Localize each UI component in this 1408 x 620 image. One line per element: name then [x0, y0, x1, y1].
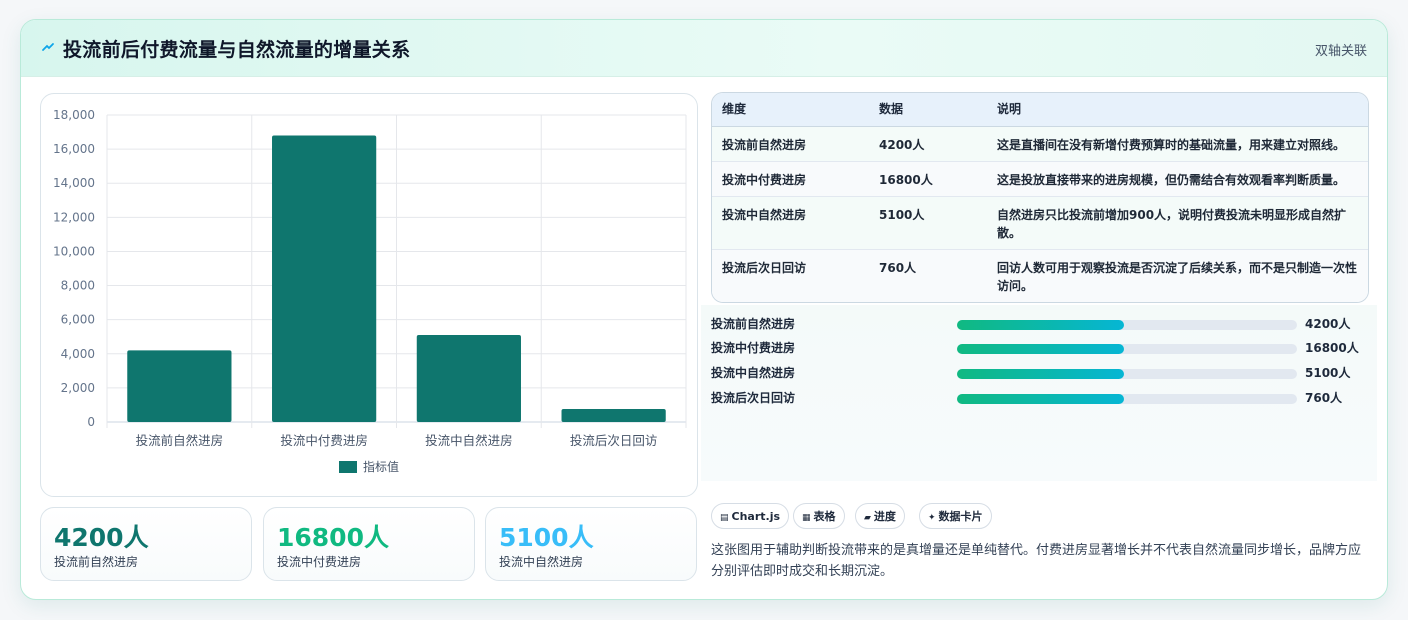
- progress-fill: [957, 320, 1124, 330]
- row-note: 自然进房只比投流前增加900人，说明付费投流未明显形成自然扩散。: [997, 208, 1347, 240]
- progress-fill: [957, 344, 1124, 354]
- bar: [272, 135, 377, 422]
- x-tick-label: 投流中自然进房: [425, 433, 513, 448]
- row-data: 5100人: [879, 208, 925, 222]
- y-tick-label: 12,000: [53, 210, 95, 224]
- table-row: 投流后次日回访 760人 回访人数可用于观察投流是否沉淀了后续关系，而不是只制造…: [712, 250, 1368, 302]
- progress-fill: [957, 394, 1124, 404]
- table-icon: ▦: [802, 513, 811, 523]
- progress-label: 投流中付费进房: [711, 341, 796, 355]
- chip-table[interactable]: ▦ 表格: [793, 503, 845, 529]
- x-tick-label: 投流前自然进房: [136, 433, 224, 448]
- progress-value: 4200人: [1305, 317, 1351, 331]
- row-data: 760人: [879, 261, 917, 275]
- progress-row: 投流中自然进房 5100人: [711, 364, 1371, 382]
- row-note: 这是直播间在没有新增付费预算时的基础流量，用来建立对照线。: [997, 138, 1346, 152]
- sparkle-icon: ✦: [928, 513, 936, 523]
- bar: [416, 335, 521, 422]
- progress-icon: ▰: [864, 513, 871, 523]
- table-row: 投流中付费进房 16800人 这是投放直接带来的进房规模，但仍需结合有效观看率判…: [712, 162, 1368, 197]
- progress-value: 760人: [1305, 391, 1343, 405]
- chip-data-card[interactable]: ✦ 数据卡片: [919, 503, 992, 529]
- y-tick-label: 16,000: [53, 142, 95, 156]
- progress-label: 投流前自然进房: [711, 317, 796, 331]
- kpi-card: 5100人 投流中自然进房: [485, 507, 697, 581]
- progress-row: 投流后次日回访 760人: [711, 389, 1371, 407]
- progress-label: 投流后次日回访: [711, 391, 796, 405]
- bar: [127, 350, 232, 422]
- progress-row: 投流中付费进房 16800人: [711, 339, 1371, 357]
- row-note: 回访人数可用于观察投流是否沉淀了后续关系，而不是只制造一次性访问。: [997, 261, 1358, 293]
- progress-track: [957, 394, 1297, 404]
- kpi-label: 投流中付费进房: [277, 555, 362, 569]
- kpi-value: 4200人: [54, 523, 149, 552]
- row-dimension: 投流前自然进房: [722, 138, 807, 152]
- bar: [561, 409, 666, 422]
- page-title: 投流前后付费流量与自然流量的增量关系: [63, 39, 411, 61]
- chip-label: Chart.js: [731, 510, 781, 523]
- table-header: 维度 数据 说明: [712, 93, 1368, 127]
- progress-fill: [957, 369, 1124, 379]
- progress-value: 5100人: [1305, 366, 1351, 380]
- dual-axis-badge[interactable]: 双轴关联: [1315, 40, 1367, 59]
- y-tick-label: 10,000: [53, 244, 95, 258]
- bar-chart: 0 2,000 4,000 6,000 8,000 10,000 12,000 14,000 1…: [40, 93, 698, 497]
- row-dimension: 投流中自然进房: [722, 208, 807, 222]
- progress-track: [957, 344, 1297, 354]
- row-data: 4200人: [879, 138, 925, 152]
- card-header: 投流前后付费流量与自然流量的增量关系 双轴关联: [21, 20, 1387, 77]
- chart-icon: ▤: [720, 513, 729, 523]
- x-tick-label: 投流中付费进房: [280, 433, 368, 448]
- kpi-value: 5100人: [499, 523, 594, 552]
- chip-chartjs[interactable]: ▤ Chart.js: [711, 503, 790, 529]
- y-tick-label: 18,000: [53, 108, 95, 122]
- row-note: 这是投放直接带来的进房规模，但仍需结合有效观看率判断质量。: [997, 173, 1346, 187]
- kpi-label: 投流前自然进房: [54, 555, 139, 569]
- kpi-value: 16800人: [277, 523, 389, 552]
- chip-label: 进度: [873, 510, 896, 523]
- y-tick-label: 8,000: [61, 279, 95, 293]
- chip-label: 表格: [813, 510, 836, 523]
- table-header-dimension: 维度: [722, 102, 747, 116]
- row-dimension: 投流中付费进房: [722, 173, 807, 187]
- y-tick-label: 4,000: [61, 347, 95, 361]
- legend-swatch: [339, 461, 357, 473]
- progress-label: 投流中自然进房: [711, 366, 796, 380]
- kpi-label: 投流中自然进房: [499, 555, 584, 569]
- chip-label: 数据卡片: [938, 510, 983, 523]
- table-row: 投流中自然进房 5100人 自然进房只比投流前增加900人，说明付费投流未明显形…: [712, 197, 1368, 250]
- table-header-note: 说明: [997, 102, 1022, 116]
- y-tick-label: 6,000: [61, 313, 95, 327]
- legend-label: 指标值: [363, 459, 399, 474]
- progress-row: 投流前自然进房 4200人: [711, 315, 1371, 333]
- y-tick-label: 2,000: [61, 381, 95, 395]
- dashboard-card: 投流前后付费流量与自然流量的增量关系 双轴关联 0 2,000 4,000 6,000…: [20, 19, 1388, 600]
- table-row: 投流前自然进房 4200人 这是直播间在没有新增付费预算时的基础流量，用来建立对…: [712, 127, 1368, 162]
- row-data: 16800人: [879, 173, 933, 187]
- kpi-card: 16800人 投流中付费进房: [263, 507, 475, 581]
- description-text: 这张图用于辅助判断投流带来的是真增量还是单纯替代。付费进房显著增长并不代表自然流…: [711, 543, 1362, 579]
- bar-chart-svg: 0 2,000 4,000 6,000 8,000 10,000 12,000 14,000 1…: [53, 108, 687, 474]
- y-tick-label: 0: [87, 415, 95, 429]
- y-tick-label: 14,000: [53, 176, 95, 190]
- progress-track: [957, 320, 1297, 330]
- lightning-icon: [42, 43, 54, 51]
- progress-track: [957, 369, 1297, 379]
- table-header-data: 数据: [879, 102, 904, 116]
- progress-section: 投流前自然进房 4200人 投流中付费进房 16800人 投流中自然进房 510…: [701, 305, 1377, 481]
- x-tick-label: 投流后次日回访: [570, 433, 658, 448]
- data-table: 维度 数据 说明 投流前自然进房 4200人 这是直播间在没有新增付费预算时的基…: [711, 92, 1369, 303]
- row-dimension: 投流后次日回访: [722, 261, 807, 275]
- progress-value: 16800人: [1305, 341, 1359, 355]
- chip-progress[interactable]: ▰ 进度: [855, 503, 905, 529]
- kpi-card: 4200人 投流前自然进房: [40, 507, 252, 581]
